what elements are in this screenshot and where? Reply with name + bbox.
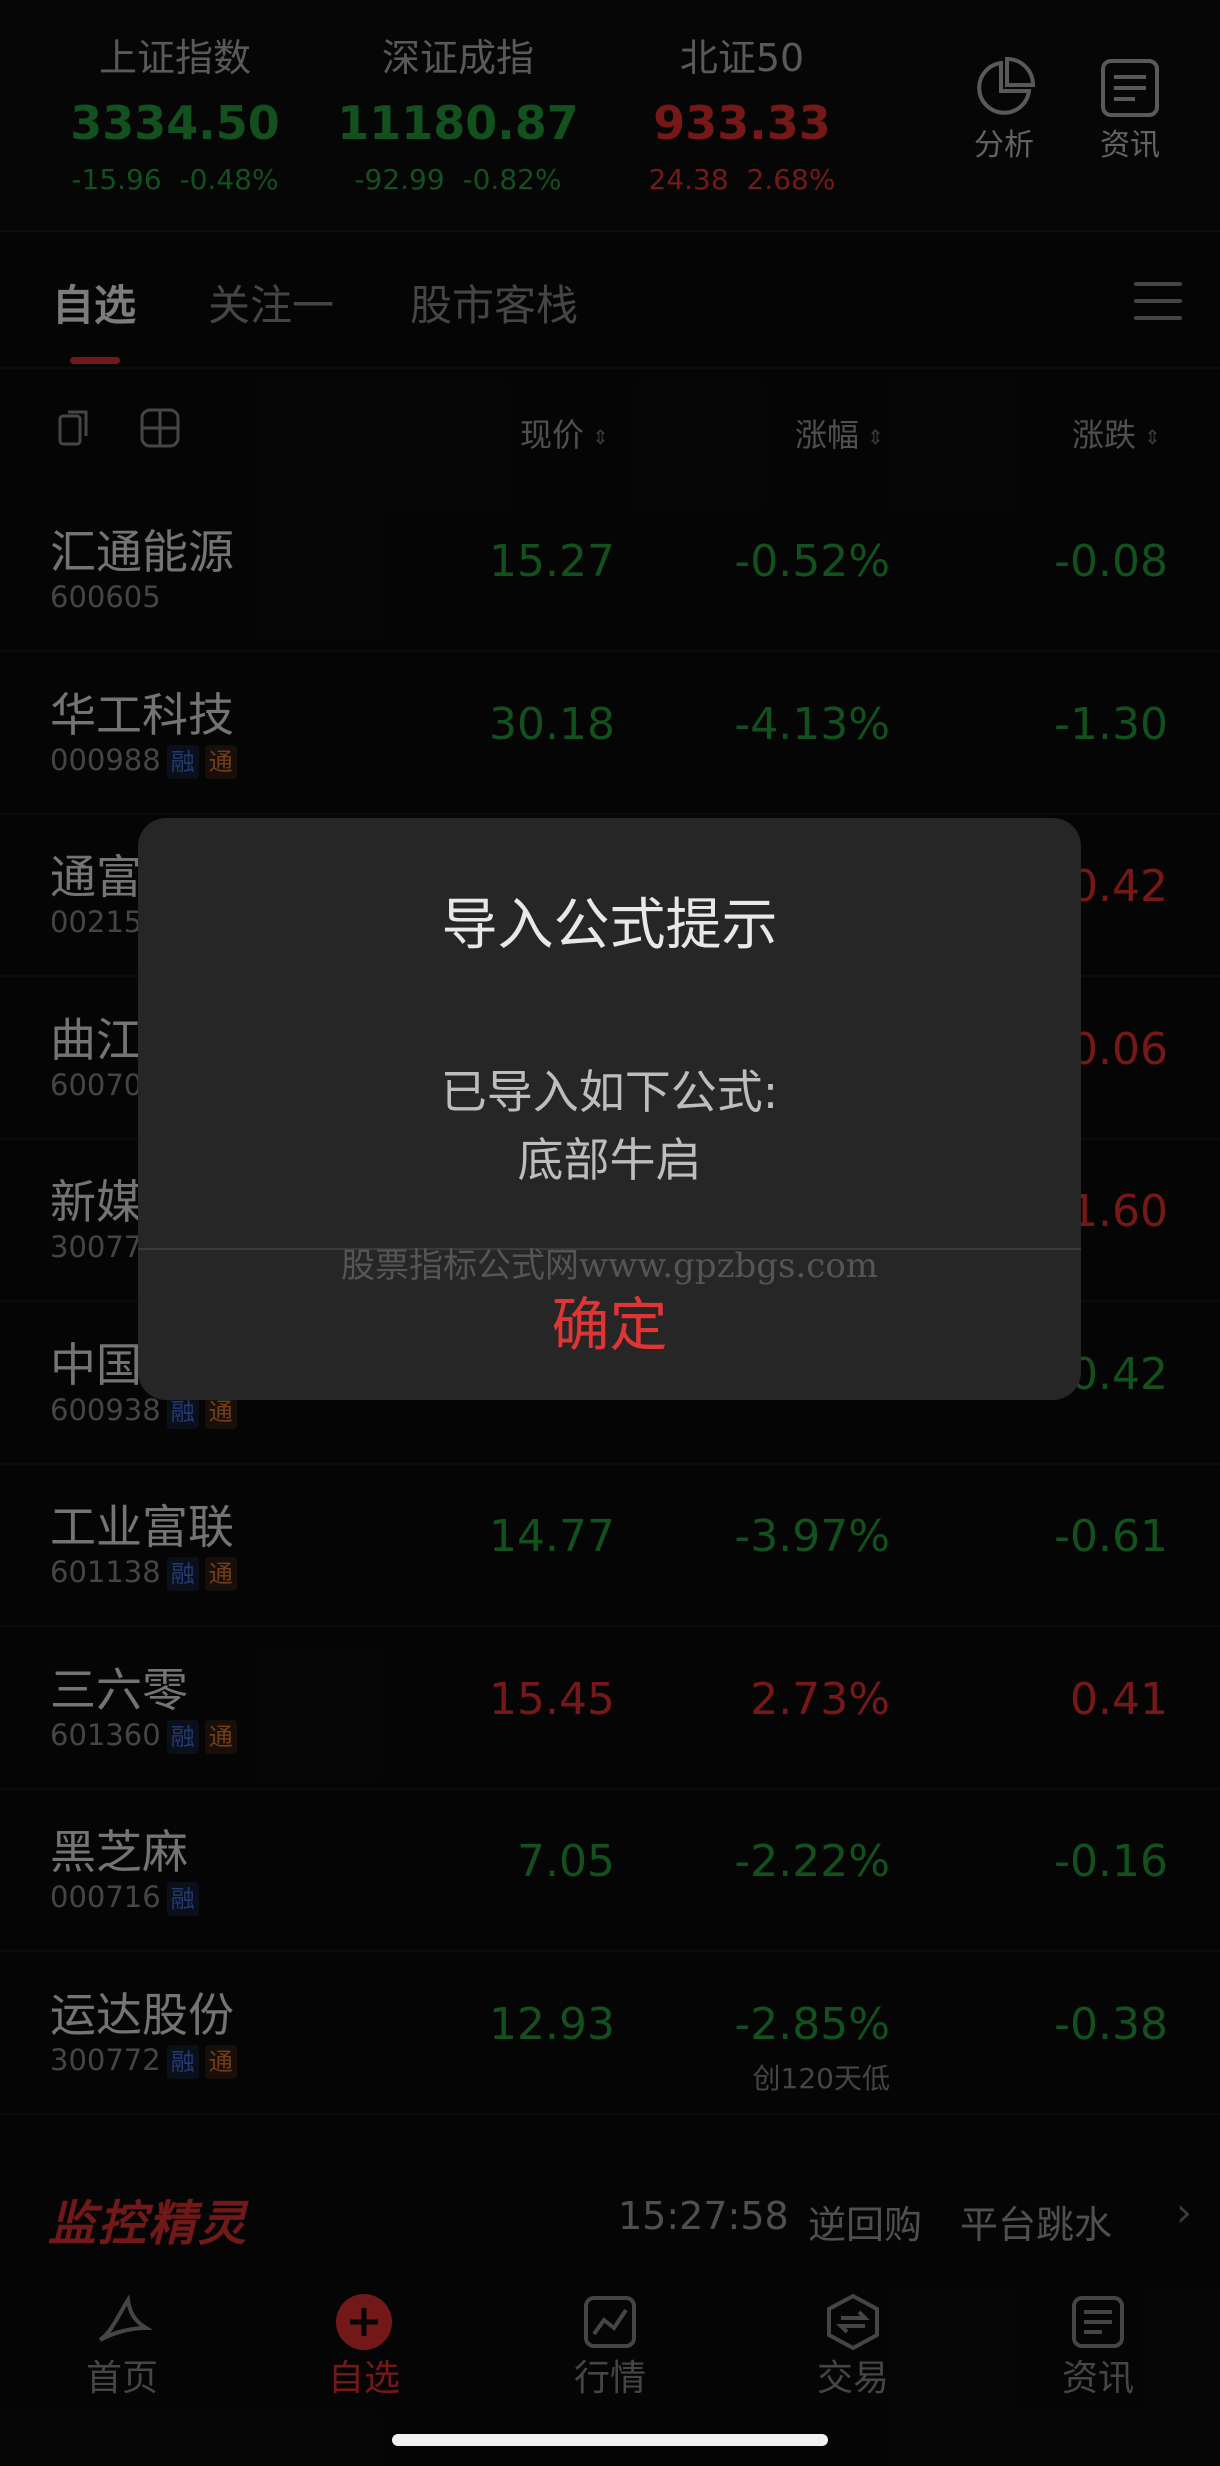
dialog-message: 已导入如下公式: 底部牛启 (138, 1058, 1081, 1194)
dialog-message-line: 已导入如下公式: (440, 1065, 779, 1119)
dialog-formula-name: 底部牛启 (517, 1133, 702, 1187)
import-formula-dialog: 导入公式提示 已导入如下公式: 底部牛启 股票指标公式网www.gpzbgs.c… (138, 818, 1081, 1400)
confirm-button[interactable]: 确定 (138, 1250, 1081, 1400)
home-indicator[interactable] (392, 2434, 828, 2446)
dialog-title: 导入公式提示 (441, 893, 778, 958)
